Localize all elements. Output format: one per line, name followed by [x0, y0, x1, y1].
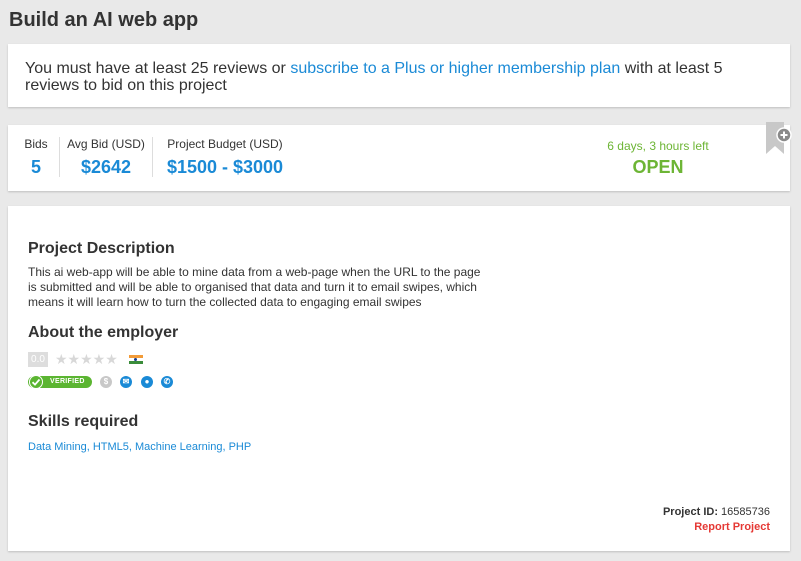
skill-link[interactable]: Machine Learning [135, 441, 222, 453]
membership-plan-link[interactable]: subscribe to a Plus or higher membership… [290, 60, 620, 77]
description-text: This ai web-app will be able to mine dat… [28, 265, 481, 309]
project-stats-card: Bids 5 Avg Bid (USD) $2642 Project Budge… [8, 122, 793, 191]
description-heading: Project Description [28, 240, 175, 257]
project-id: Project ID: 16585736 [663, 506, 770, 518]
skill-link[interactable]: PHP [229, 441, 252, 453]
email-icon: ✉ [120, 376, 132, 388]
avg-bid-label: Avg Bid (USD) [67, 137, 145, 151]
user-icon: ● [141, 376, 153, 388]
rating-stars-icon: ★★★★★ [55, 351, 118, 367]
verified-label: VERIFIED [50, 378, 85, 385]
time-left: 6 days, 3 hours left [607, 139, 709, 153]
project-id-value: 16585736 [721, 506, 770, 518]
india-flag-icon [129, 355, 143, 364]
status-badge: OPEN [632, 157, 684, 177]
notice-prefix: You must have at least 25 reviews or [25, 60, 291, 77]
employer-rating: 0.0 [28, 352, 48, 367]
project-id-label: Project ID: [662, 506, 718, 518]
report-project-link[interactable]: Report Project [694, 521, 770, 533]
bid-requirement-notice: You must have at least 25 reviews or sub… [8, 44, 790, 107]
budget-value: $1500 - $3000 [166, 157, 284, 177]
skill-link[interactable]: Data Mining [28, 441, 87, 453]
skill-link[interactable]: HTML5 [93, 441, 129, 453]
page-title: Build an AI web app [9, 9, 199, 31]
bids-label: Bids [24, 137, 48, 151]
dollar-icon: $ [100, 376, 112, 388]
bids-stat: Bids 5 [20, 137, 52, 178]
avg-bid-value: $2642 [80, 157, 132, 177]
bids-value: 5 [30, 157, 41, 177]
verified-check-icon [29, 375, 43, 389]
budget-label: Project Budget (USD) [167, 137, 283, 151]
bookmark-add-icon[interactable] [765, 122, 793, 158]
verified-badge: VERIFIED [28, 375, 92, 389]
phone-icon: ✆ [161, 376, 173, 388]
budget-stat: Project Budget (USD) $1500 - $3000 [160, 137, 290, 178]
employer-heading: About the employer [28, 324, 179, 341]
divider [152, 137, 153, 177]
skills-heading: Skills required [28, 413, 139, 430]
notice-text: You must have at least 25 reviews or sub… [25, 60, 775, 94]
skills-list: Data Mining, HTML5, Machine Learning, PH… [28, 441, 252, 453]
avg-bid-stat: Avg Bid (USD) $2642 [66, 137, 146, 178]
project-details-card: Project Description This ai web-app will… [8, 206, 790, 551]
divider [59, 137, 60, 177]
